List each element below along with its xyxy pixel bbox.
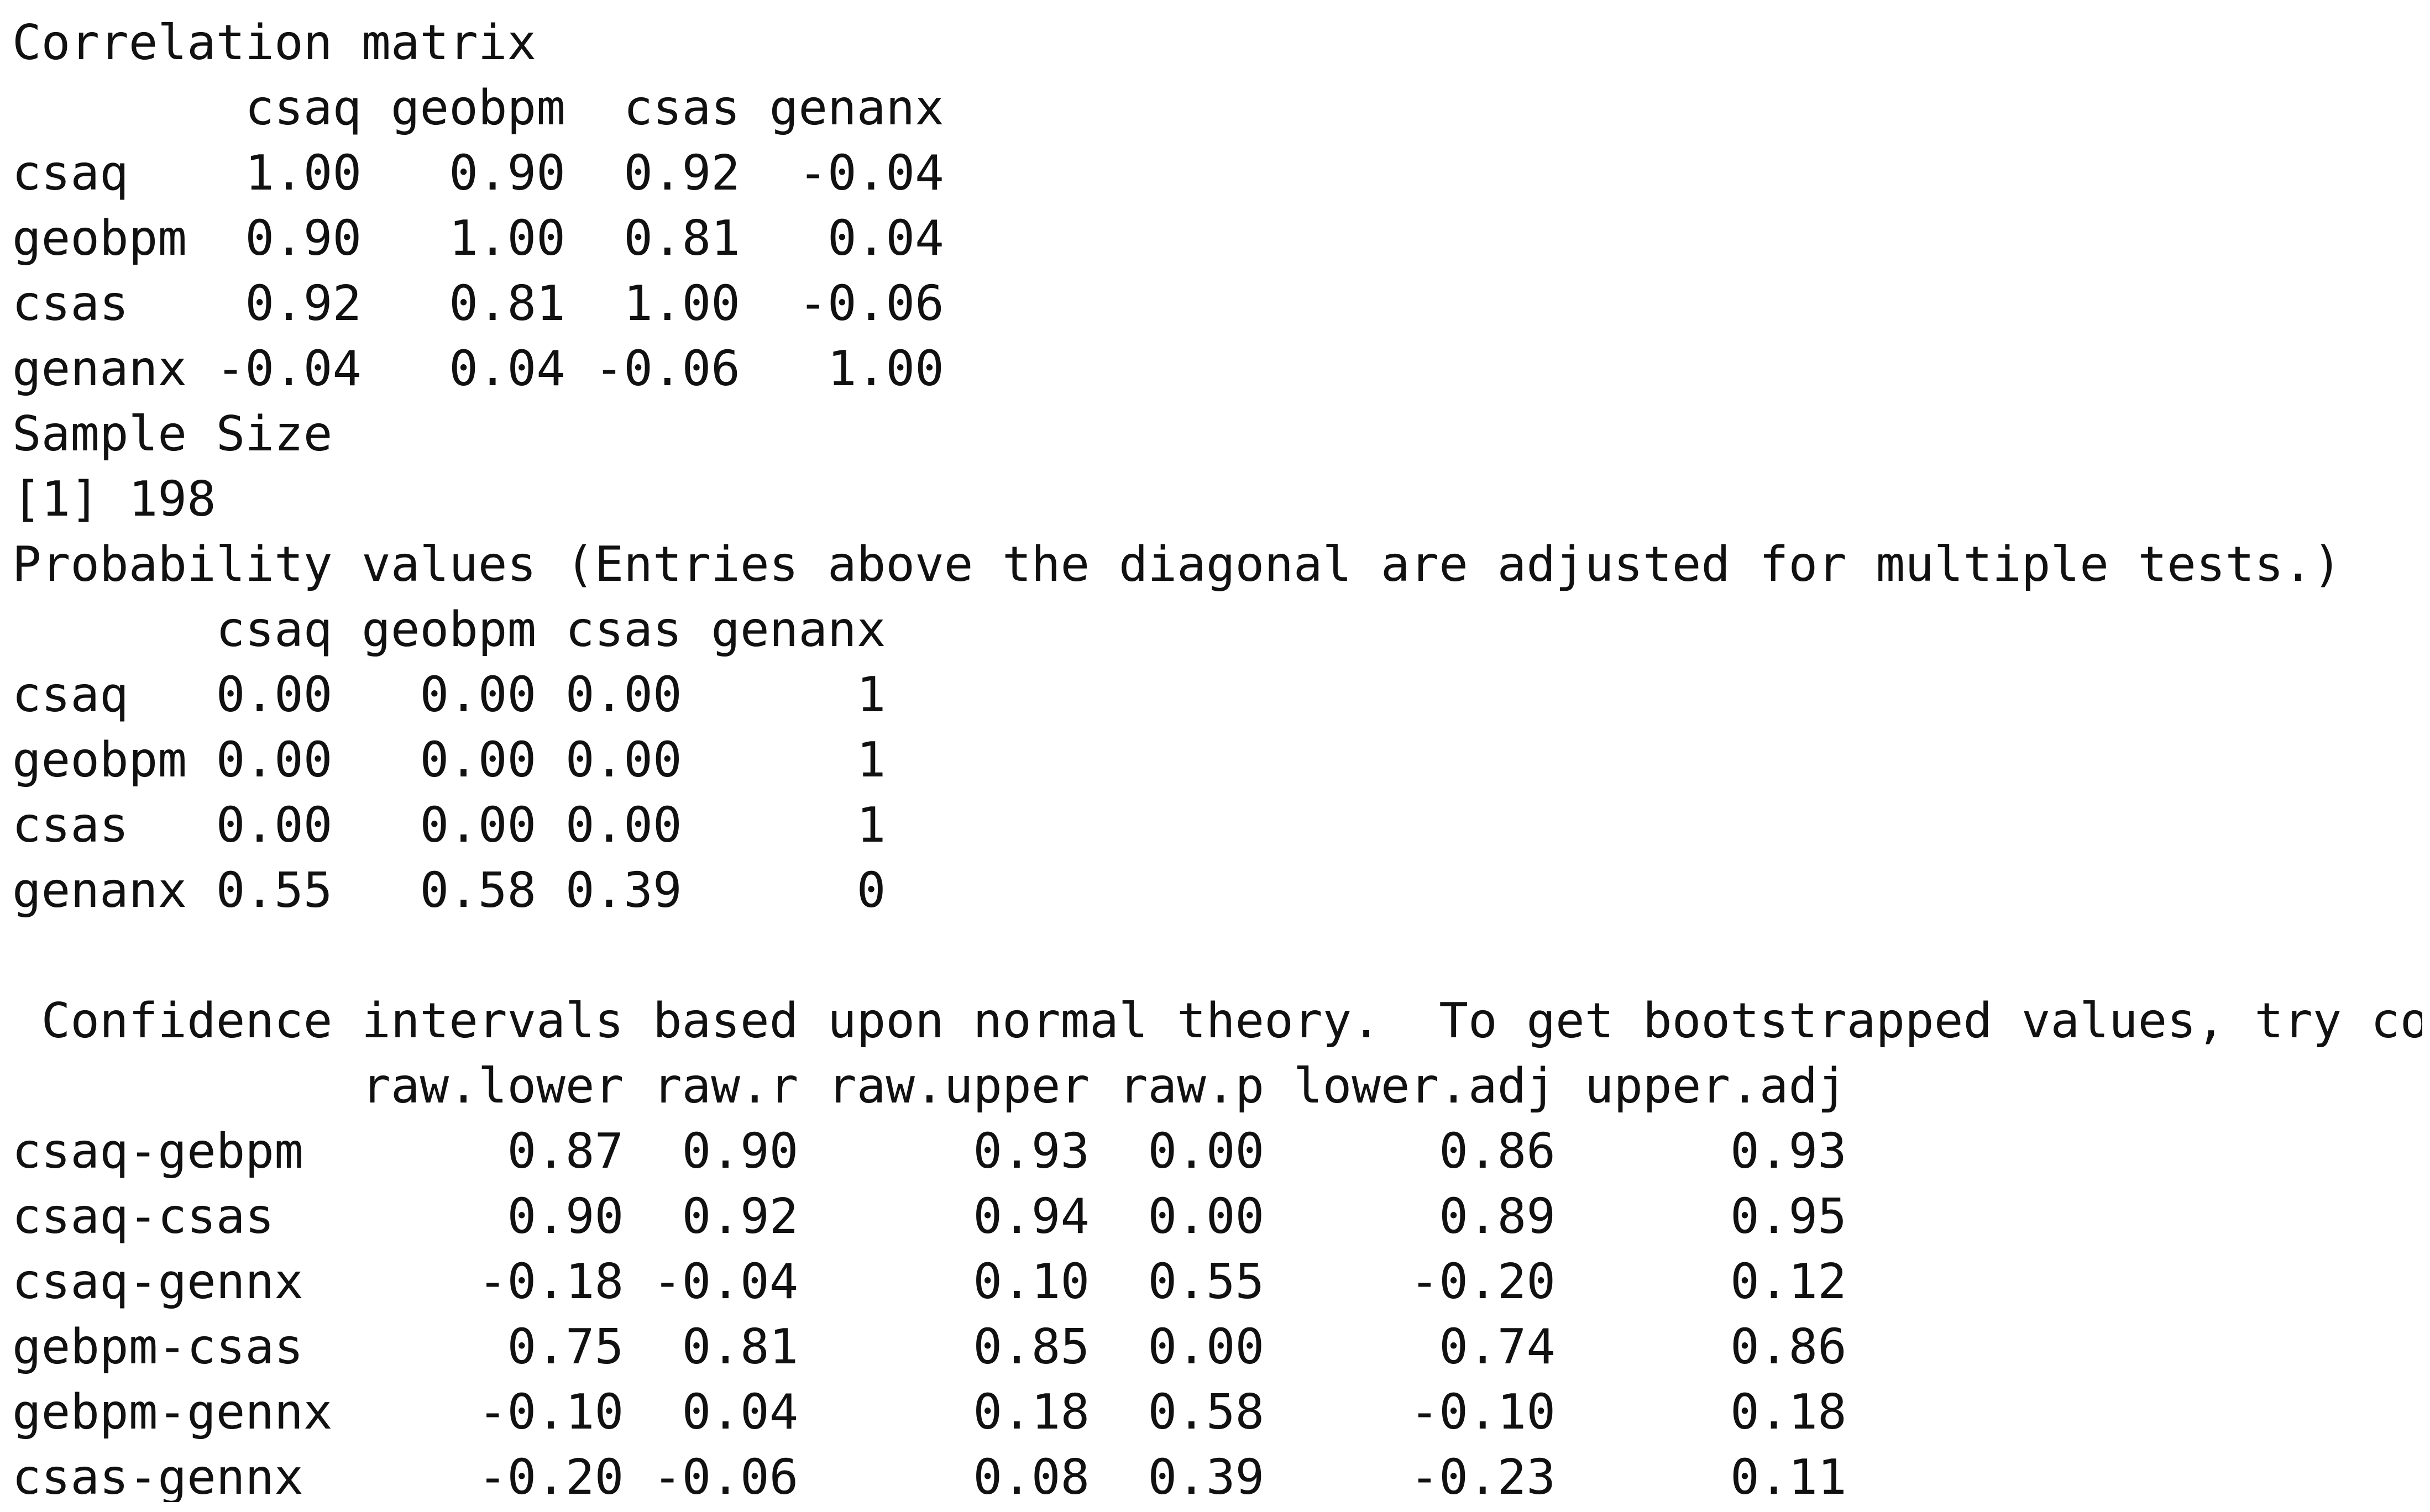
console-line: csaq 0.00 0.00 0.00 1 — [12, 666, 886, 723]
console-line: Correlation matrix — [12, 14, 537, 71]
console-line: gebpm-csas 0.75 0.81 0.85 0.00 0.74 0.86 — [12, 1319, 1847, 1375]
console-line: csaq geobpm csas genanx — [12, 80, 944, 136]
console-line: geobpm 0.00 0.00 0.00 1 — [12, 732, 886, 788]
console-line: gebpm-gennx -0.10 0.04 0.18 0.58 -0.10 0… — [12, 1384, 1847, 1440]
console-line: genanx 0.55 0.58 0.39 0 — [12, 862, 886, 918]
console-line: csas 0.92 0.81 1.00 -0.06 — [12, 275, 944, 332]
console-line: Confidence intervals based upon normal t… — [12, 993, 2422, 1049]
console-line: raw.lower raw.r raw.upper raw.p lower.ad… — [12, 1058, 1847, 1114]
console-line: Probability values (Entries above the di… — [12, 536, 2342, 592]
console-line: csaq geobpm csas genanx — [12, 601, 886, 658]
console-line: csaq-gennx -0.18 -0.04 0.10 0.55 -0.20 0… — [12, 1253, 1847, 1310]
console-line: csaq-gebpm 0.87 0.90 0.93 0.00 0.86 0.93 — [12, 1123, 1847, 1179]
console-line — [12, 923, 2422, 988]
console-line: [1] 198 — [12, 471, 216, 527]
console-line: csas 0.00 0.00 0.00 1 — [12, 797, 886, 853]
console-line: genanx -0.04 0.04 -0.06 1.00 — [12, 340, 944, 397]
console-output: Correlation matrix csaq geobpm csas gena… — [12, 10, 2422, 1502]
console-line: csaq-csas 0.90 0.92 0.94 0.00 0.89 0.95 — [12, 1188, 1847, 1245]
console-line: csas-gennx -0.20 -0.06 0.08 0.39 -0.23 0… — [12, 1449, 1847, 1502]
console-line: geobpm 0.90 1.00 0.81 0.04 — [12, 210, 944, 266]
console-line: Sample Size — [12, 406, 333, 462]
console-line: csaq 1.00 0.90 0.92 -0.04 — [12, 145, 944, 201]
